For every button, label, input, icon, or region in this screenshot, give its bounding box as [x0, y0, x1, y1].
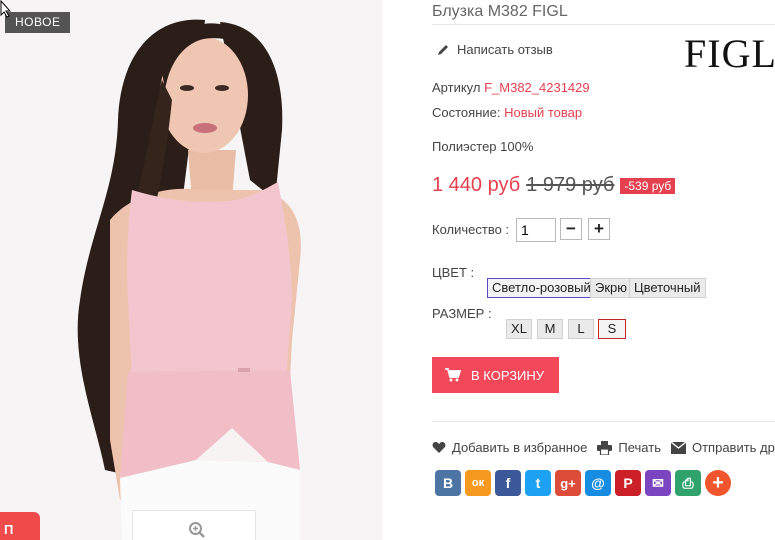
add-to-favorites-link[interactable]: Добавить в избранное	[432, 440, 587, 455]
envelope-icon	[670, 441, 686, 454]
write-review-label: Написать отзыв	[457, 42, 553, 57]
title-divider	[432, 24, 775, 25]
mouse-cursor-icon	[0, 0, 12, 18]
zoom-button[interactable]	[132, 510, 256, 540]
quantity-plus-button[interactable]: +	[588, 218, 610, 240]
size-option-m[interactable]: M	[537, 319, 563, 339]
product-actions: Добавить в избранное Печать Отправить др…	[432, 440, 775, 455]
add-to-favorites-label: Добавить в избранное	[452, 440, 588, 455]
facebook-icon[interactable]: f	[495, 470, 521, 496]
cart-icon	[445, 368, 461, 382]
google-plus-icon[interactable]: g+	[555, 470, 581, 496]
condition-row: Состояние: Новый товар	[432, 105, 582, 120]
vk-icon[interactable]: В	[435, 470, 461, 496]
print-label: Печать	[618, 440, 661, 455]
color-option-ecru[interactable]: Экрю	[590, 278, 633, 298]
model-illustration	[0, 0, 382, 540]
size-option-xl[interactable]: XL	[506, 319, 532, 339]
article-value: F_M382_4231429	[484, 80, 590, 95]
write-review-link[interactable]: Написать отзыв	[436, 42, 553, 57]
send-to-friend-link[interactable]: Отправить дру	[670, 440, 775, 455]
article-row: Артикул F_M382_4231429	[432, 80, 590, 95]
actions-divider	[432, 421, 775, 422]
send-to-friend-label: Отправить дру	[691, 440, 775, 455]
pencil-icon	[438, 44, 448, 55]
quantity-minus-button[interactable]: −	[560, 218, 582, 240]
heart-icon	[432, 441, 446, 453]
color-option-floral[interactable]: Цветочный	[629, 278, 706, 298]
discount-badge: -539 руб	[620, 178, 676, 194]
print-share-icon[interactable]: ⎙	[675, 470, 701, 496]
product-photo[interactable]: НОВОЕ П	[0, 0, 382, 540]
share-buttons: В ок f t g+ @ P ✉ ⎙ +	[435, 470, 731, 496]
old-price: 1 979 руб	[526, 174, 615, 196]
email-icon[interactable]: ✉	[645, 470, 671, 496]
product-title: Блузка M382 FIGL	[432, 3, 568, 20]
brand-logo[interactable]: FIGL	[684, 30, 775, 77]
print-link[interactable]: Печать	[597, 440, 661, 455]
color-label: ЦВЕТ :	[432, 265, 475, 280]
quantity-label: Количество :	[432, 222, 510, 237]
new-badge: НОВОЕ	[5, 12, 71, 33]
composition: Полиэстер 100%	[432, 139, 534, 154]
odnoklassniki-icon[interactable]: ок	[465, 470, 491, 496]
size-option-s[interactable]: S	[598, 319, 626, 339]
more-share-icon[interactable]: +	[705, 470, 731, 496]
twitter-icon[interactable]: t	[525, 470, 551, 496]
size-option-l[interactable]: L	[568, 319, 594, 339]
price-row: 1 440 руб 1 979 руб -539 руб	[432, 174, 676, 197]
add-to-cart-label: В КОРЗИНУ	[471, 367, 545, 383]
add-to-cart-button[interactable]: В КОРЗИНУ	[432, 357, 559, 393]
zoom-in-icon	[189, 522, 205, 538]
condition-label: Состояние:	[432, 105, 501, 120]
quantity-input[interactable]	[516, 218, 556, 242]
side-tab[interactable]: П	[0, 512, 40, 540]
current-price: 1 440 руб	[432, 174, 521, 196]
printer-icon	[597, 440, 613, 455]
pinterest-icon[interactable]: P	[615, 470, 641, 496]
color-option-light-pink[interactable]: Светло-розовый	[487, 278, 596, 298]
condition-value: Новый товар	[504, 105, 583, 120]
article-label: Артикул	[432, 80, 481, 95]
mailru-icon[interactable]: @	[585, 470, 611, 496]
size-label: РАЗМЕР :	[432, 306, 492, 321]
